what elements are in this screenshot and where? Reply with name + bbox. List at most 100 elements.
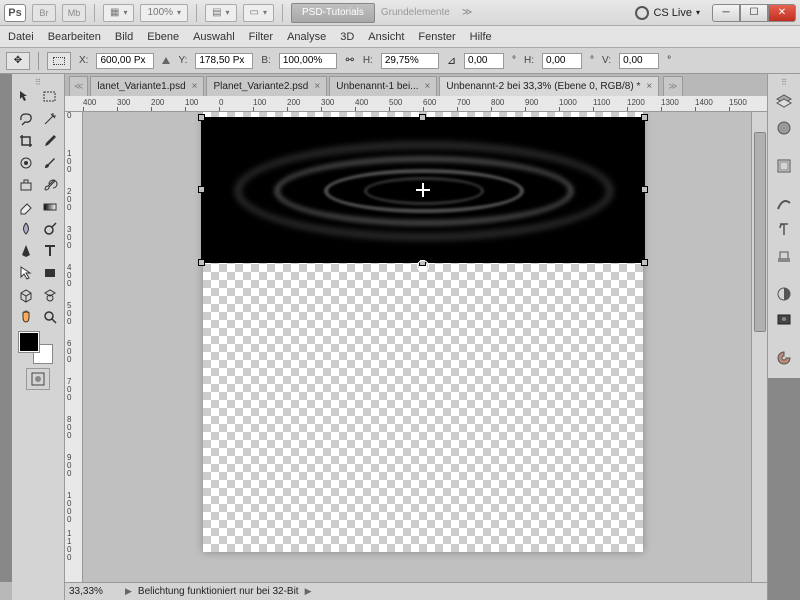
type-tool[interactable] (38, 240, 62, 262)
swatches-panel-icon[interactable] (771, 192, 797, 216)
foreground-swatch[interactable] (19, 332, 39, 352)
bridge-button[interactable]: Br (32, 4, 56, 22)
pen-tool[interactable] (14, 240, 38, 262)
character-panel-icon[interactable] (771, 218, 797, 242)
menu-ebene[interactable]: Ebene (147, 31, 179, 43)
tab-close-icon[interactable]: × (425, 81, 431, 92)
marquee-rect-tool[interactable] (38, 86, 62, 108)
menu-bild[interactable]: Bild (115, 31, 133, 43)
psd-tutorials-button[interactable]: PSD-Tutorials (291, 3, 375, 23)
eyedropper-tool[interactable] (38, 130, 62, 152)
ruler-horizontal[interactable]: 4003002001000100200300400500600700800900… (65, 96, 767, 112)
workspace-more-icon[interactable]: ≫ (462, 7, 472, 18)
workspace-label[interactable]: Grundelemente (381, 7, 450, 18)
minibridge-button[interactable]: Mb (62, 4, 86, 22)
maximize-button[interactable]: ☐ (740, 4, 768, 22)
quickmask-toggle[interactable] (26, 368, 50, 390)
skew-h-input[interactable] (542, 53, 582, 69)
menu-3d[interactable]: 3D (340, 31, 354, 43)
magic-wand-tool[interactable] (38, 108, 62, 130)
transform-center-icon[interactable] (416, 183, 430, 197)
handle-mid-left[interactable] (198, 186, 205, 193)
path-select-tool[interactable] (14, 262, 38, 284)
canvas-viewport[interactable] (83, 112, 751, 582)
menu-analyse[interactable]: Analyse (287, 31, 326, 43)
width-input[interactable] (279, 53, 337, 69)
app-logo[interactable]: Ps (4, 4, 26, 22)
zoom-tool[interactable] (38, 306, 62, 328)
paragraph-panel-icon[interactable] (771, 154, 797, 178)
brightness-panel-icon[interactable] (771, 282, 797, 306)
menu-hilfe[interactable]: Hilfe (470, 31, 492, 43)
link-icon[interactable]: ⚯ (345, 54, 355, 68)
handle-top-left[interactable] (198, 114, 205, 121)
color-panel-icon[interactable] (771, 346, 797, 370)
skew-v-input[interactable] (619, 53, 659, 69)
color-swatches[interactable] (19, 332, 57, 364)
dodge-tool[interactable] (38, 218, 62, 240)
handle-bot-left[interactable] (198, 259, 205, 266)
tabs-scroll-right[interactable]: ≫ (663, 76, 682, 96)
document-tab-3[interactable]: Unbenannt-2 bei 33,3% (Ebene 0, RGB/8) *… (439, 76, 659, 96)
dock-grip[interactable]: ⠿ (781, 78, 787, 88)
tab-close-icon[interactable]: × (314, 81, 320, 92)
status-arrow-left-icon[interactable]: ▶ (125, 586, 132, 597)
adjustments-panel-icon[interactable] (771, 116, 797, 140)
brush-tool[interactable] (38, 152, 62, 174)
handle-bot-right[interactable] (641, 259, 648, 266)
history-brush-tool[interactable] (38, 174, 62, 196)
reference-point-icon[interactable] (47, 52, 71, 70)
y-input[interactable] (195, 53, 253, 69)
menu-datei[interactable]: Datei (8, 31, 34, 43)
angle-input[interactable] (464, 53, 504, 69)
handle-top-right[interactable] (641, 114, 648, 121)
handle-mid-right[interactable] (641, 186, 648, 193)
menu-fenster[interactable]: Fenster (418, 31, 455, 43)
screen-mode-dropdown[interactable]: ▭ (243, 4, 274, 22)
vertical-scrollbar[interactable] (751, 112, 767, 582)
arrange-documents-dropdown[interactable]: ▤ (205, 4, 236, 22)
document-tab-0[interactable]: lanet_Variante1.psd× (90, 76, 204, 96)
left-collapse-strip[interactable] (0, 74, 12, 582)
document-tab-2[interactable]: Unbenannt-1 bei...× (329, 76, 437, 96)
hand-tool[interactable] (14, 306, 38, 328)
tools-grip[interactable]: ⠿ (14, 78, 62, 86)
tab-close-icon[interactable]: × (646, 81, 652, 92)
ruler-vertical[interactable]: 010020030040050060070080090010001100 (65, 112, 83, 582)
view-extras-dropdown[interactable]: ▦ (103, 4, 134, 22)
menu-auswahl[interactable]: Auswahl (193, 31, 235, 43)
menu-filter[interactable]: Filter (249, 31, 273, 43)
spot-heal-tool[interactable] (14, 152, 38, 174)
lasso-tool[interactable] (14, 108, 38, 130)
histogram-panel-icon[interactable] (771, 308, 797, 332)
x-input[interactable] (96, 53, 154, 69)
minimize-button[interactable]: ─ (712, 4, 740, 22)
menu-bearbeiten[interactable]: Bearbeiten (48, 31, 101, 43)
tabs-scroll-left[interactable]: ≪ (69, 76, 88, 96)
gradient-tool[interactable] (38, 196, 62, 218)
shape-tool[interactable] (38, 262, 62, 284)
eraser-tool[interactable] (14, 196, 38, 218)
document-tab-1[interactable]: Planet_Variante2.psd× (206, 76, 327, 96)
height-input[interactable] (381, 53, 439, 69)
move-tool[interactable] (14, 86, 38, 108)
transform-tool-icon[interactable]: ✥ (6, 52, 30, 70)
tab-close-icon[interactable]: × (192, 81, 198, 92)
handle-top-mid[interactable] (419, 114, 426, 121)
scrollbar-thumb[interactable] (754, 132, 766, 332)
transform-pivot-icon[interactable] (417, 260, 429, 272)
styles-panel-icon[interactable] (771, 244, 797, 268)
close-button[interactable]: ✕ (768, 4, 796, 22)
zoom-level-dropdown[interactable]: 100% (140, 4, 188, 22)
layers-panel-icon[interactable] (771, 90, 797, 114)
transform-bounding-box[interactable] (201, 117, 645, 263)
blur-tool[interactable] (14, 218, 38, 240)
cslive-button[interactable]: CS Live ▾ (635, 6, 700, 20)
clone-tool[interactable] (14, 174, 38, 196)
3d-camera-tool[interactable] (38, 284, 62, 306)
status-arrow-right-icon[interactable]: ▶ (305, 586, 312, 597)
3d-object-tool[interactable] (14, 284, 38, 306)
crop-tool[interactable] (14, 130, 38, 152)
menu-ansicht[interactable]: Ansicht (368, 31, 404, 43)
status-zoom[interactable]: 33,33% (69, 586, 119, 597)
